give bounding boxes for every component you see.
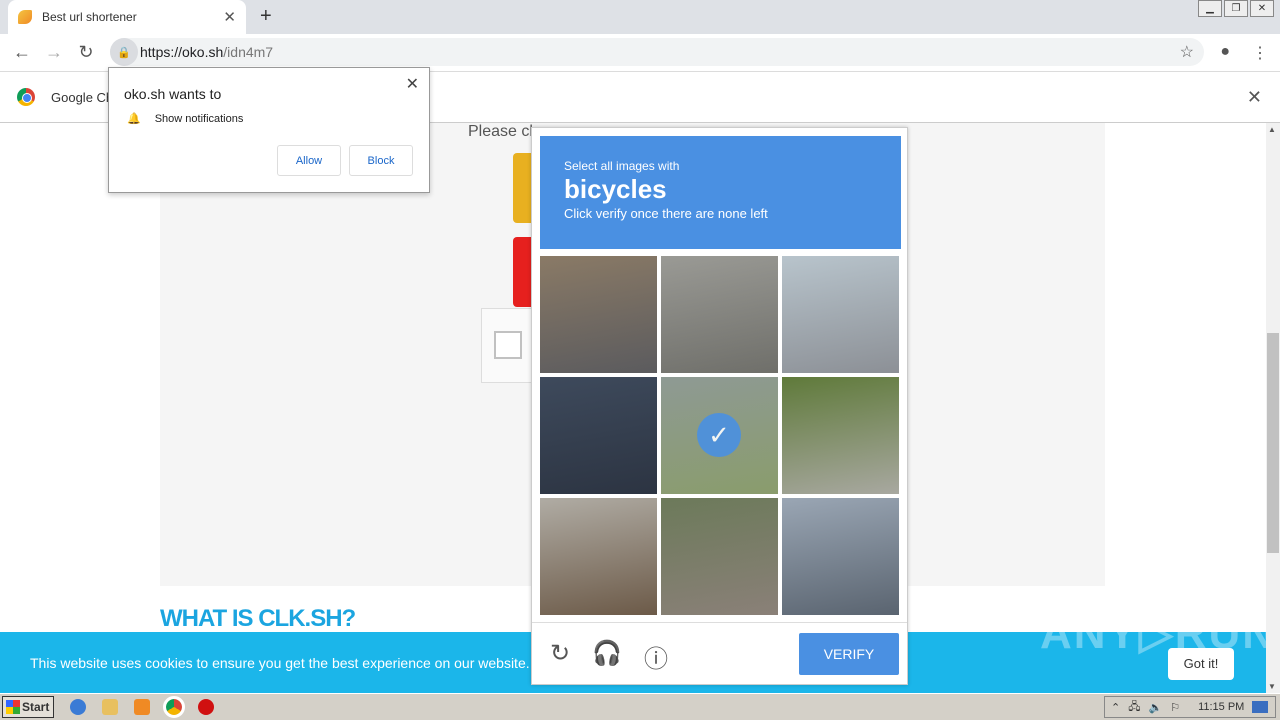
chrome-taskbar-icon[interactable] [163, 696, 185, 718]
reload-icon[interactable]: ↻ [550, 639, 570, 674]
infobar-text: Google Ch [51, 89, 114, 105]
reload-button[interactable]: ↻ [70, 42, 102, 63]
verify-button[interactable]: VERIFY [799, 633, 899, 675]
captcha-tile[interactable] [540, 498, 657, 615]
flag-icon[interactable]: ⚐ [1170, 701, 1180, 714]
clock: 11:15 PM [1198, 701, 1245, 713]
captcha-tile[interactable] [782, 498, 899, 615]
url-path: /idn4m7 [223, 44, 274, 60]
system-tray: ⌃ 🖧 🔈 ⚐ 11:15 PM [1104, 696, 1276, 718]
new-tab-button[interactable]: + [260, 5, 272, 28]
tab-title: Best url shortener [42, 10, 137, 24]
headphones-icon[interactable]: 🎧 [592, 639, 622, 674]
recaptcha-checkbox[interactable] [494, 331, 522, 359]
lock-icon[interactable]: 🔒 [110, 38, 138, 66]
url-host: https://oko.sh [140, 44, 224, 60]
show-desktop-icon[interactable] [1252, 701, 1269, 713]
scrollbar-thumb[interactable] [1267, 333, 1279, 553]
forward-button[interactable]: → [38, 42, 70, 63]
permission-text: Show notifications [154, 112, 244, 125]
captcha-hint: Click verify once there are none left [564, 206, 768, 221]
block-button[interactable]: Block [349, 145, 413, 176]
selected-check-icon: ✓ [697, 413, 741, 457]
media-player-icon[interactable] [134, 699, 150, 715]
start-button[interactable]: Start [2, 696, 54, 718]
chrome-icon [17, 88, 35, 106]
tray-expand-icon[interactable]: ⌃ [1111, 701, 1120, 714]
captcha-header: Select all images with bicycles Click ve… [540, 136, 901, 249]
bell-icon: 🔔 [127, 113, 141, 125]
captcha-tile[interactable] [540, 377, 657, 494]
notification-permission-popup: oko.sh wants to ✕ 🔔 Show notifications Al… [108, 67, 430, 193]
taskbar: Start ⌃ 🖧 🔈 ⚐ 11:15 PM [0, 693, 1280, 720]
restore-button[interactable]: ❐ [1224, 0, 1248, 17]
captcha-tile[interactable] [661, 256, 778, 373]
captcha-target: bicycles [564, 174, 667, 204]
close-window-button[interactable]: ✕ [1250, 0, 1274, 17]
network-icon[interactable]: 🖧 [1128, 698, 1140, 717]
info-icon[interactable]: ⓘ [644, 639, 668, 674]
captcha-instruction: Select all images with [564, 159, 680, 173]
captcha-challenge: Select all images with bicycles Click ve… [531, 127, 908, 685]
infobar-close-icon[interactable]: ✕ [1247, 87, 1262, 108]
minimize-button[interactable]: ▁ [1198, 0, 1222, 17]
volume-icon[interactable]: 🔈 [1148, 701, 1162, 714]
popup-title: oko.sh wants to [124, 86, 222, 102]
start-label: Start [22, 700, 50, 714]
captcha-tile[interactable] [540, 256, 657, 373]
captcha-tile[interactable] [782, 256, 899, 373]
bookmark-star-icon[interactable]: ☆ [1180, 42, 1194, 62]
opera-icon[interactable] [198, 699, 214, 715]
popup-close-icon[interactable]: ✕ [406, 74, 419, 94]
cookie-message: This website uses cookies to ensure you … [30, 654, 550, 671]
ie-icon[interactable] [70, 699, 86, 715]
captcha-tile[interactable] [782, 377, 899, 494]
explorer-icon[interactable] [102, 699, 118, 715]
captcha-tile[interactable]: ✓ [661, 377, 778, 494]
profile-icon[interactable]: ● [1220, 43, 1230, 63]
tab-bar: Best url shortener ✕ + ▁ ❐ ✕ [0, 0, 1280, 34]
favicon-icon [18, 10, 32, 24]
captcha-footer: ↻ 🎧 ⓘ VERIFY [532, 622, 907, 684]
scrollbar[interactable]: ▲ ▼ [1266, 123, 1280, 693]
captcha-grid: ✓ [540, 256, 899, 615]
tab-active[interactable]: Best url shortener ✕ [8, 0, 246, 34]
close-tab-icon[interactable]: ✕ [223, 8, 236, 26]
address-bar[interactable]: 🔒 https://oko.sh/idn4m7 ☆ [110, 38, 1204, 66]
anyrun-watermark: ANY▷RUN [1040, 609, 1277, 658]
windows-icon [6, 700, 20, 714]
back-button[interactable]: ← [6, 42, 38, 63]
allow-button[interactable]: Allow [277, 145, 341, 176]
section-heading: WHAT IS CLK.SH? [160, 605, 356, 632]
instruction-text: Please cl [468, 123, 533, 140]
captcha-tile[interactable] [661, 498, 778, 615]
menu-icon[interactable]: ⋮ [1252, 43, 1268, 63]
